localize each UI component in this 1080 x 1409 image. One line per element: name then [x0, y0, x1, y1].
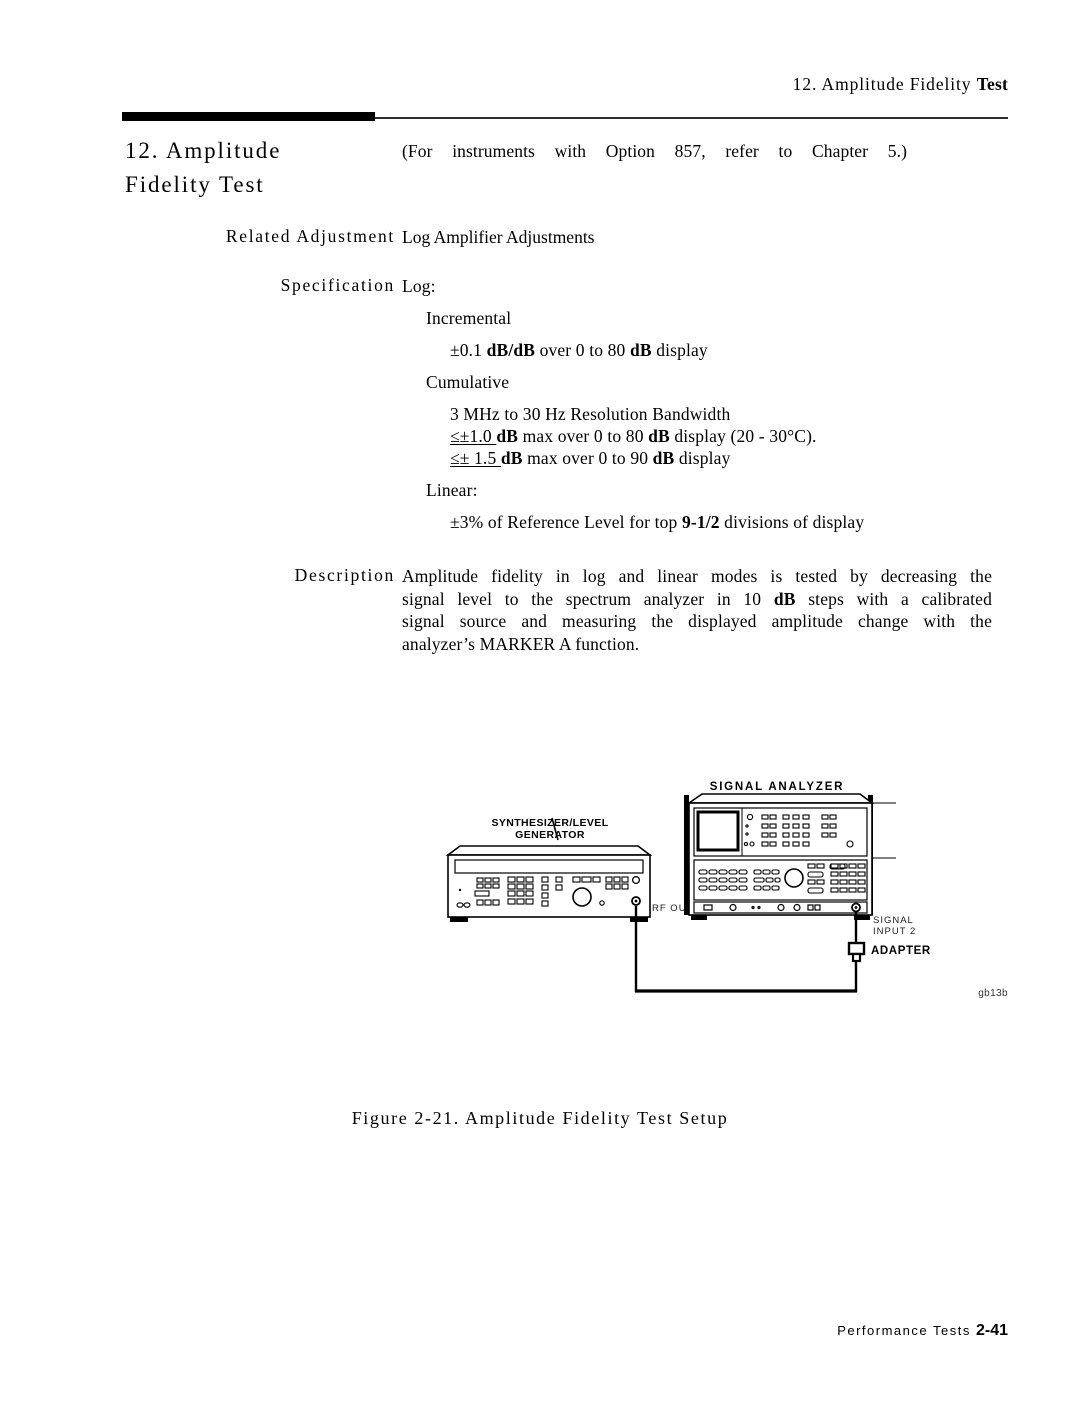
- spec-inc-mid: over 0 to 80: [535, 340, 630, 360]
- spec-cum2-mid: max over 0 to 80: [518, 426, 649, 446]
- spec-cumulative-line-1: 3 MHz to 30 Hz Resolution Bandwidth: [450, 404, 731, 424]
- synthesizer-label-line-2: GENERATOR: [515, 829, 585, 841]
- header-rule-thick: [122, 112, 375, 121]
- spec-cum2-bold2: dB: [648, 426, 670, 446]
- synthesizer-label-line-1: SYNTHESIZER/LEVEL: [491, 817, 608, 829]
- synthesizer-foot-right: [630, 917, 648, 922]
- page-title-line-2: Fidelity Test: [125, 172, 265, 197]
- page-footer: Performance Tests 2-41: [837, 1322, 1008, 1340]
- spec-cum2-bold1: dB: [496, 426, 519, 446]
- analyzer-foot-left: [691, 915, 707, 920]
- running-header-bold: Test: [976, 74, 1008, 94]
- spec-log-heading: Log:: [402, 276, 436, 296]
- analyzer-top-bevel: [686, 793, 875, 804]
- spec-inc-bold1: dB/dB: [486, 340, 536, 360]
- spec-cumulative-line-2: ≤±1.0 dB max over 0 to 80 dB display (20…: [450, 425, 992, 447]
- spec-cum3-pre: ≤± 1.5: [450, 448, 501, 468]
- spec-incremental-heading: Incremental: [426, 308, 512, 328]
- spec-linear-value: ±3% of Reference Level for top 9-1/2 div…: [450, 511, 992, 533]
- signal-input-label-line-1: SIGNAL: [873, 915, 914, 926]
- spec-lin-pre: ±3% of Reference Level for top: [450, 512, 682, 532]
- spec-linear-heading: Linear:: [426, 480, 478, 500]
- rf-output-connector-pin: [634, 899, 638, 903]
- signal-analyzer-instrument: [684, 793, 896, 920]
- synthesizer-display-strip: [454, 859, 644, 874]
- specification-label: Specification: [280, 275, 395, 295]
- description-line-2-bold: dB: [773, 588, 796, 609]
- description-line-2-post: steps with a calibrated: [795, 588, 993, 609]
- analyzer-crt-display: [696, 810, 740, 852]
- spec-inc-post: display: [651, 340, 708, 360]
- spec-cum2-post: display (20 - 30°C).: [669, 426, 817, 446]
- spec-cum3-bold2: dB: [652, 448, 675, 468]
- spec-inc-bold2: dB: [629, 340, 652, 360]
- synthesizer-instrument: [445, 845, 653, 922]
- figure-id: gb13b: [978, 988, 1008, 999]
- synthesizer-dot-a: [458, 888, 462, 892]
- spec-cum2-pre: ≤±1.0: [450, 426, 497, 446]
- option-note: (For instruments with Option 857, refer …: [402, 141, 907, 161]
- description-line-1: Amplitude fidelity in log and linear mod…: [402, 566, 992, 586]
- footer-page-number: 2-41: [975, 1322, 1008, 1339]
- description-block: Amplitude fidelity in log and linear mod…: [402, 565, 992, 655]
- test-setup-diagram: SIGNAL ANALYZER SYNTHESIZER/LEVEL GENERA…: [445, 781, 931, 993]
- adapter-label: ADAPTER: [871, 945, 931, 957]
- description-label: Description: [294, 565, 395, 585]
- description-paragraph: Amplitude fidelity in log and linear mod…: [402, 565, 992, 655]
- analyzer-connector-strip: [693, 901, 868, 914]
- running-header: 12. Amplitude Fidelity Test: [793, 74, 1008, 95]
- adapter-body: [847, 941, 866, 956]
- spec-inc-pre: ±0.1: [450, 340, 487, 360]
- figure-caption: Figure 2-21. Amplitude Fidelity Test Set…: [351, 1108, 729, 1128]
- signal-analyzer-label: SIGNAL ANALYZER: [710, 781, 845, 793]
- description-line-4: analyzer’s MARKER A function.: [402, 633, 640, 654]
- specification-block: Log: Incremental ±0.1 dB/dB over 0 to 80…: [402, 275, 992, 533]
- page-title-line-1: 12. Amplitude: [125, 138, 282, 163]
- spec-lin-post: divisions of display: [719, 512, 865, 532]
- synthesizer-foot-left: [450, 917, 468, 922]
- running-header-text: 12. Amplitude Fidelity: [792, 74, 977, 94]
- spec-cum3-post: display: [674, 448, 731, 468]
- related-adjustment-label: Related Adjustment: [225, 226, 395, 246]
- spec-cum3-bold1: dB: [500, 448, 523, 468]
- spec-lin-bold: 9-1/2: [681, 512, 720, 532]
- spec-cumulative-heading: Cumulative: [426, 372, 510, 392]
- spec-cum3-mid: max over 0 to 90: [522, 448, 653, 468]
- related-adjustment-value: Log Amplifier Adjustments: [402, 227, 595, 247]
- description-line-3: signal source and measuring the displaye…: [402, 611, 992, 631]
- footer-section-text: Performance Tests: [837, 1323, 971, 1338]
- description-line-2-pre: signal level to the spectrum analyzer in…: [402, 588, 774, 609]
- spec-cumulative-line-3: ≤± 1.5 dB max over 0 to 90 dB display: [450, 447, 992, 469]
- adapter-neck: [851, 952, 862, 963]
- synthesizer-top-bevel: [445, 845, 653, 856]
- description-line-2: signal level to the spectrum analyzer in…: [402, 588, 992, 611]
- page-title: 12. Amplitude Fidelity Test: [125, 134, 395, 202]
- test-setup-figure: SIGNAL ANALYZER SYNTHESIZER/LEVEL GENERA…: [430, 770, 1030, 1040]
- spec-incremental-value: ±0.1 dB/dB over 0 to 80 dB display: [450, 339, 992, 361]
- signal-input-label-line-2: INPUT 2: [873, 926, 916, 937]
- signal-input-2-connector-pin: [854, 906, 858, 909]
- adapter-component: [847, 941, 866, 963]
